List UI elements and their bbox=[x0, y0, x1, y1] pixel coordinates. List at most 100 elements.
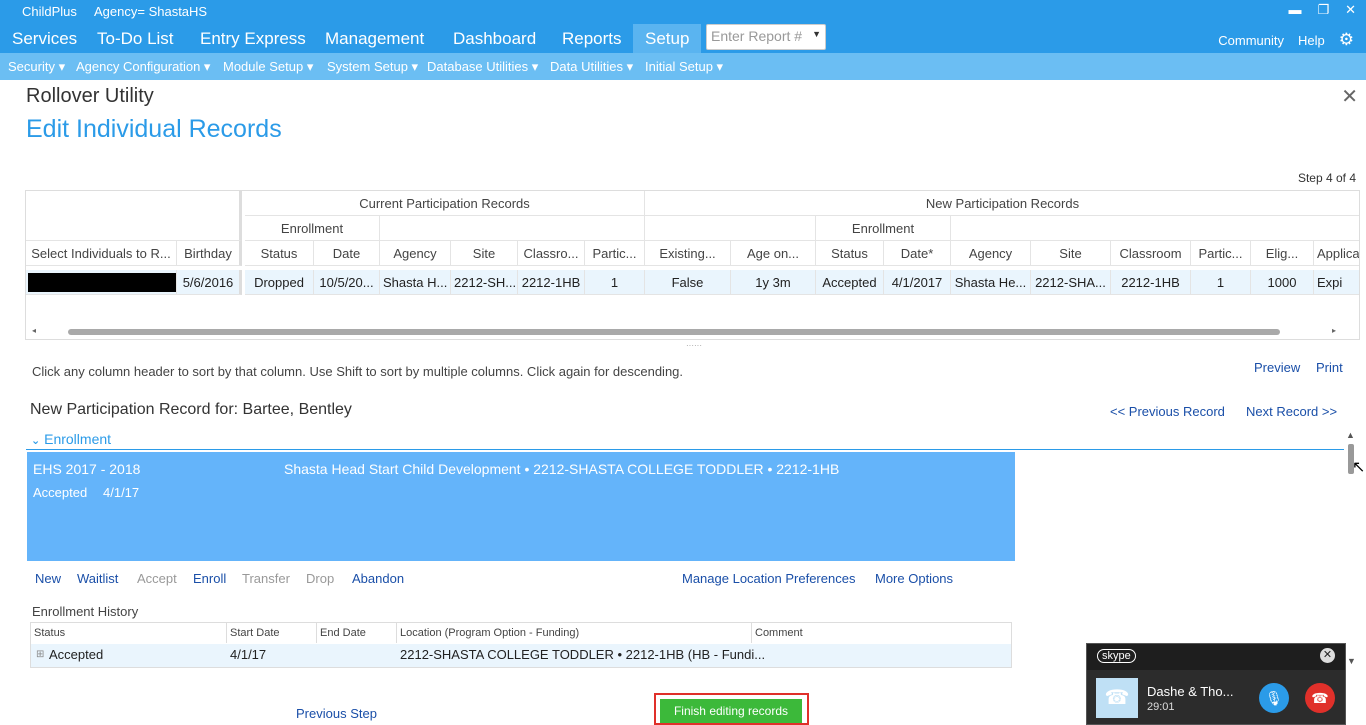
row-new-classroom[interactable]: 2212-1HB bbox=[1111, 270, 1191, 295]
row-existing[interactable]: False bbox=[645, 270, 731, 295]
gear-icon[interactable]: ⚙ bbox=[1339, 30, 1354, 50]
subnav-agency-configuration[interactable]: Agency Configuration ▾ bbox=[76, 59, 210, 75]
hist-row-status: Accepted bbox=[49, 647, 104, 662]
row-new-agency[interactable]: Shasta He... bbox=[951, 270, 1031, 295]
subnav-data-utilities[interactable]: Data Utilities ▾ bbox=[550, 59, 633, 75]
col-select-individuals[interactable]: Select Individuals to R... bbox=[26, 241, 177, 266]
col-participation[interactable]: Partic... bbox=[585, 241, 645, 266]
col-new-agency[interactable]: Agency bbox=[951, 241, 1031, 266]
mouse-cursor-icon: ↖ bbox=[1352, 459, 1366, 476]
col-eligibility[interactable]: Elig... bbox=[1251, 241, 1314, 266]
col-site[interactable]: Site bbox=[451, 241, 518, 266]
dropdown-arrow-icon[interactable]: ▼ bbox=[812, 29, 821, 39]
col-application[interactable]: Applica bbox=[1314, 241, 1359, 266]
enroll-button[interactable]: Enroll bbox=[193, 571, 226, 586]
card-location: Shasta Head Start Child Development • 22… bbox=[284, 461, 840, 477]
row-new-status[interactable]: Accepted bbox=[816, 270, 884, 295]
drop-button[interactable]: Drop bbox=[306, 571, 334, 586]
nav-todo[interactable]: To-Do List bbox=[85, 24, 186, 53]
col-new-site[interactable]: Site bbox=[1031, 241, 1111, 266]
scroll-right-icon[interactable]: ▸ bbox=[1332, 326, 1336, 335]
group-current: Current Participation Records bbox=[245, 191, 645, 216]
current-blank-group bbox=[380, 216, 645, 241]
nav-dashboard[interactable]: Dashboard bbox=[441, 24, 548, 53]
row-site[interactable]: 2212-SH... bbox=[451, 270, 518, 295]
subnav-initial-setup[interactable]: Initial Setup ▾ bbox=[645, 59, 723, 75]
row-age-on[interactable]: 1y 3m bbox=[731, 270, 816, 295]
hist-col-location[interactable]: Location (Program Option - Funding) bbox=[397, 623, 752, 643]
skype-close-icon[interactable]: ✕ bbox=[1320, 648, 1335, 663]
subnav-module-setup[interactable]: Module Setup ▾ bbox=[223, 59, 313, 75]
col-agency[interactable]: Agency bbox=[380, 241, 451, 266]
row-date[interactable]: 10/5/20... bbox=[314, 270, 380, 295]
row-name-cell[interactable] bbox=[26, 270, 177, 295]
waitlist-button[interactable]: Waitlist bbox=[77, 571, 118, 586]
next-record-link[interactable]: Next Record >> bbox=[1246, 404, 1337, 419]
scroll-up-icon[interactable]: ▲ bbox=[1346, 430, 1355, 440]
row-status[interactable]: Dropped bbox=[245, 270, 314, 295]
community-link[interactable]: Community bbox=[1218, 33, 1284, 48]
hist-col-start[interactable]: Start Date bbox=[227, 623, 317, 643]
nav-management[interactable]: Management bbox=[313, 24, 436, 53]
subnav-system-setup[interactable]: System Setup ▾ bbox=[327, 59, 418, 75]
col-new-date[interactable]: Date* bbox=[884, 241, 951, 266]
col-date[interactable]: Date bbox=[314, 241, 380, 266]
enrollment-section-label: Enrollment bbox=[44, 431, 112, 447]
nav-setup[interactable]: Setup bbox=[633, 24, 702, 53]
previous-step-link[interactable]: Previous Step bbox=[296, 706, 377, 721]
expand-plus-icon[interactable]: ⊞ bbox=[33, 644, 44, 666]
help-link[interactable]: Help bbox=[1298, 33, 1325, 48]
new-button[interactable]: New bbox=[35, 571, 61, 586]
col-new-classroom[interactable]: Classroom bbox=[1111, 241, 1191, 266]
col-new-status[interactable]: Status bbox=[816, 241, 884, 266]
row-new-date[interactable]: 4/1/2017 bbox=[884, 270, 951, 295]
scroll-down-icon[interactable]: ▼ bbox=[1347, 656, 1356, 666]
print-link[interactable]: Print bbox=[1316, 360, 1343, 375]
enrollment-section-toggle[interactable]: ⌄ Enrollment bbox=[31, 431, 111, 447]
hist-col-status[interactable]: Status bbox=[31, 623, 227, 643]
step-indicator: Step 4 of 4 bbox=[1297, 171, 1356, 185]
subnav-database-utilities[interactable]: Database Utilities ▾ bbox=[427, 59, 538, 75]
hist-col-end[interactable]: End Date bbox=[317, 623, 397, 643]
nav-entry-express[interactable]: Entry Express bbox=[188, 24, 318, 53]
skype-call-window[interactable]: skype ✕ ☎ Dashe & Tho... 29:01 🎙 ☎ bbox=[1086, 643, 1346, 725]
enrollment-card[interactable]: EHS 2017 - 2018 Shasta Head Start Child … bbox=[27, 452, 1015, 561]
microphone-icon[interactable]: 🎙 bbox=[1259, 683, 1289, 713]
nav-reports[interactable]: Reports bbox=[550, 24, 634, 53]
row-new-participation[interactable]: 1 bbox=[1191, 270, 1251, 295]
manage-location-preferences-link[interactable]: Manage Location Preferences bbox=[682, 571, 855, 586]
transfer-button[interactable]: Transfer bbox=[242, 571, 290, 586]
finish-editing-button[interactable]: Finish editing records bbox=[660, 699, 802, 723]
scroll-left-icon[interactable]: ◂ bbox=[32, 326, 36, 335]
row-eligibility[interactable]: 1000 bbox=[1251, 270, 1314, 295]
end-call-icon[interactable]: ☎ bbox=[1305, 683, 1335, 713]
preview-link[interactable]: Preview bbox=[1254, 360, 1300, 375]
col-birthday[interactable]: Birthday bbox=[177, 241, 242, 266]
close-window-icon[interactable]: ✕ bbox=[1345, 2, 1356, 18]
close-icon[interactable]: ✕ bbox=[1341, 84, 1358, 109]
row-participation[interactable]: 1 bbox=[585, 270, 645, 295]
row-new-site[interactable]: 2212-SHA... bbox=[1031, 270, 1111, 295]
current-enrollment-group: Enrollment bbox=[245, 216, 380, 241]
col-age-on[interactable]: Age on... bbox=[731, 241, 816, 266]
minimize-icon[interactable]: ▬ bbox=[1288, 2, 1301, 18]
col-new-participation[interactable]: Partic... bbox=[1191, 241, 1251, 266]
row-agency[interactable]: Shasta H... bbox=[380, 270, 451, 295]
previous-record-link[interactable]: << Previous Record bbox=[1110, 404, 1225, 419]
row-application[interactable]: Expi bbox=[1314, 270, 1359, 295]
col-status[interactable]: Status bbox=[245, 241, 314, 266]
nav-services[interactable]: Services bbox=[0, 24, 89, 53]
report-number-input[interactable]: Enter Report # ▼ bbox=[706, 24, 826, 50]
col-classroom[interactable]: Classro... bbox=[518, 241, 585, 266]
horizontal-scrollbar[interactable] bbox=[68, 329, 1280, 335]
restore-icon[interactable]: ❐ bbox=[1317, 2, 1329, 18]
row-classroom[interactable]: 2212-1HB bbox=[518, 270, 585, 295]
subnav-security[interactable]: Security ▾ bbox=[8, 59, 65, 75]
col-existing[interactable]: Existing... bbox=[645, 241, 731, 266]
splitter-handle[interactable]: ······ bbox=[686, 341, 702, 350]
abandon-button[interactable]: Abandon bbox=[352, 571, 404, 586]
row-birthday[interactable]: 5/6/2016 bbox=[177, 270, 242, 295]
hist-col-comment[interactable]: Comment bbox=[752, 623, 1011, 643]
accept-button[interactable]: Accept bbox=[137, 571, 177, 586]
more-options-link[interactable]: More Options bbox=[875, 571, 953, 586]
